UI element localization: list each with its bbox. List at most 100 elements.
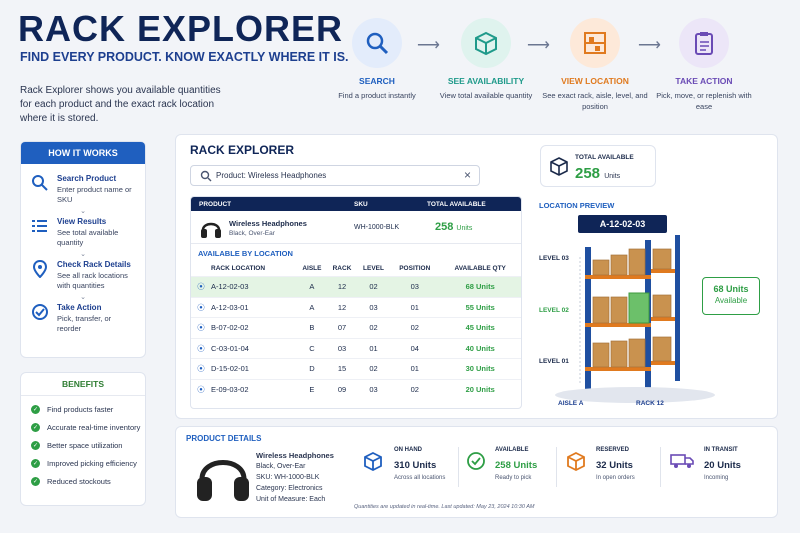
location-row[interactable]: ⦿ A-12-03-01 A 12 03 01 55 Units: [191, 296, 521, 318]
location-row[interactable]: ⦿ D-15-02-01 D 15 02 01 30 Units: [191, 358, 521, 379]
how-it-works-title: HOW IT WORKS: [21, 142, 145, 164]
availability-callout: 68 Units Available: [702, 277, 760, 315]
location-row[interactable]: ⦿ A-12-02-03 A 12 02 03 68 Units: [191, 276, 521, 297]
stat-available: AVAILABLE 258 Units Ready to pick: [466, 445, 546, 490]
level-label: LEVEL 01: [539, 358, 569, 365]
location-pin-icon: ⦿: [191, 296, 211, 318]
details-info: Wireless Headphones Black, Over-Ear SKU:…: [256, 451, 334, 503]
check-icon: ✓: [31, 423, 40, 432]
benefit-item: ✓ Improved picking efficiency: [31, 459, 137, 468]
location-table: RACK LOCATION AISLE RACK LEVEL POSITION AVAIL…: [191, 261, 521, 400]
benefits-title: BENEFITS: [21, 373, 145, 396]
level-label: LEVEL 02: [539, 307, 569, 314]
stat-reserved: RESERVED 32 Units In open orders: [566, 445, 646, 490]
how-step-desc: See all rack locations with quantities: [57, 271, 128, 290]
location-row[interactable]: ⦿ E-09-03-02 E 09 03 02 20 Units: [191, 378, 521, 400]
benefit-item: ✓ Accurate real-time inventory: [31, 423, 141, 432]
benefit-item: ✓ Find products faster: [31, 405, 114, 414]
location-pin-icon: ⦿: [191, 337, 211, 359]
rack-illustration: [555, 235, 715, 403]
box-icon: [364, 451, 382, 471]
step-search: SEARCH Find a product instantly: [322, 18, 432, 101]
location-header-row: RACK LOCATION AISLE RACK LEVEL POSITION AVAIL…: [211, 265, 506, 272]
how-step-desc: Enter product name or SKU: [57, 185, 132, 204]
location-row[interactable]: ⦿ B-07-02-02 B 07 02 02 45 Units: [191, 317, 521, 338]
how-step-desc: Pick, transfer, or reorder: [57, 314, 112, 333]
col-sku: SKU: [354, 201, 368, 208]
how-step: View Results See total available quantity: [21, 217, 145, 248]
total-available-card: TOTAL AVAILABLE 258 Units: [540, 145, 656, 187]
explorer-title: RACK EXPLORER: [190, 143, 295, 157]
list-icon: [31, 217, 57, 248]
step-desc: See exact rack, aisle, level, and positi…: [542, 91, 648, 111]
location-row[interactable]: ⦿ C-03-01-04 C 03 01 04 40 Units: [191, 337, 521, 359]
results-table: PRODUCT SKU TOTAL AVAILABLE Wireless Hea…: [190, 196, 522, 409]
product-table-header: PRODUCT SKU TOTAL AVAILABLE: [191, 197, 521, 211]
box-icon: [461, 18, 511, 68]
how-step-title: View Results: [57, 217, 107, 226]
product-total: 258 Units: [435, 221, 473, 233]
check-icon: ✓: [31, 477, 40, 486]
how-step-desc: See total available quantity: [57, 228, 119, 247]
product-sku: WH-1000-BLK: [354, 224, 400, 231]
chevron-down-icon: ⌄: [80, 251, 86, 258]
search-icon: [200, 170, 212, 182]
how-step: Take Action Pick, transfer, or reorder: [21, 303, 145, 334]
location-preview-title: LOCATION PREVIEW: [539, 201, 615, 210]
col-product: PRODUCT: [199, 201, 232, 208]
check-icon: ✓: [31, 459, 40, 468]
col-total: TOTAL AVAILABLE: [427, 201, 486, 208]
total-label: TOTAL AVAILABLE: [575, 154, 634, 161]
chevron-down-icon: ⌄: [80, 294, 86, 301]
step-availability: SEE AVAILABILITY View total available qu…: [431, 18, 541, 101]
check-circle-icon: [467, 452, 485, 470]
how-step: Search Product Enter product name or SKU: [21, 174, 145, 205]
app-title: RACK EXPLORER: [18, 8, 344, 49]
benefits-panel: BENEFITS ✓ Find products faster ✓ Accurate…: [20, 372, 146, 506]
rack-label: RACK 12: [636, 400, 664, 407]
rack-icon: [570, 18, 620, 68]
how-it-works-panel: HOW IT WORKS Search Product Enter product…: [20, 141, 146, 358]
chevron-down-icon: ⌄: [80, 208, 86, 215]
how-step-title: Search Product: [57, 174, 117, 183]
product-row[interactable]: Wireless Headphones Black, Over-Ear WH-1…: [191, 211, 521, 244]
check-circle-icon: [31, 303, 57, 334]
step-title: SEARCH: [359, 76, 395, 86]
how-step-title: Take Action: [57, 303, 102, 312]
product-name: Wireless Headphones: [229, 219, 307, 228]
benefit-item: ✓ Reduced stockouts: [31, 477, 111, 486]
step-title: TAKE ACTION: [675, 76, 733, 86]
clear-icon[interactable]: ×: [464, 168, 471, 182]
stat-on-hand: ON HAND 310 Units Across all locations: [363, 445, 445, 490]
stat-in-transit: IN TRANSIT 20 Units Incoming: [670, 445, 760, 490]
product-details-panel: PRODUCT DETAILS Wireless Headphones Blac…: [175, 426, 778, 518]
level-label: LEVEL 03: [539, 255, 569, 262]
product-variant: Black, Over-Ear: [229, 230, 275, 237]
details-title: PRODUCT DETAILS: [186, 434, 262, 443]
step-desc: View total available quantity: [439, 91, 533, 100]
location-pin-icon: ⦿: [191, 358, 211, 379]
aisle-label: AISLE A: [558, 400, 584, 407]
location-pin-icon: ⦿: [191, 317, 211, 338]
by-location-title: AVAILABLE BY LOCATION: [198, 249, 293, 258]
location-pin-icon: ⦿: [191, 276, 211, 297]
check-icon: ✓: [31, 405, 40, 414]
preview-location-badge: A-12-02-03: [578, 215, 667, 233]
search-icon: [31, 174, 57, 205]
step-desc: Pick, move, or replenish with ease: [656, 91, 752, 111]
how-step-title: Check Rack Details: [57, 260, 131, 269]
how-step: Check Rack Details See all rack locations…: [21, 259, 145, 291]
step-title: SEE AVAILABILITY: [447, 76, 525, 86]
total-value: 258 Units: [575, 165, 621, 182]
search-input[interactable]: Product: Wireless Headphones: [216, 171, 326, 180]
intro-text: Rack Explorer shows you available quanti…: [20, 85, 221, 124]
search-box[interactable]: Product: Wireless Headphones ×: [190, 165, 480, 186]
tagline: FIND EVERY PRODUCT. KNOW EXACTLY WHERE I…: [20, 50, 349, 64]
benefit-item: ✓ Better space utilization: [31, 441, 123, 450]
box-icon: [550, 157, 568, 176]
box-orange-icon: [567, 451, 585, 471]
step-desc: Find a product instantly: [338, 91, 416, 100]
check-icon: ✓: [31, 441, 40, 450]
highlighted-slot: [628, 292, 650, 324]
location-pin-icon: ⦿: [191, 378, 211, 400]
